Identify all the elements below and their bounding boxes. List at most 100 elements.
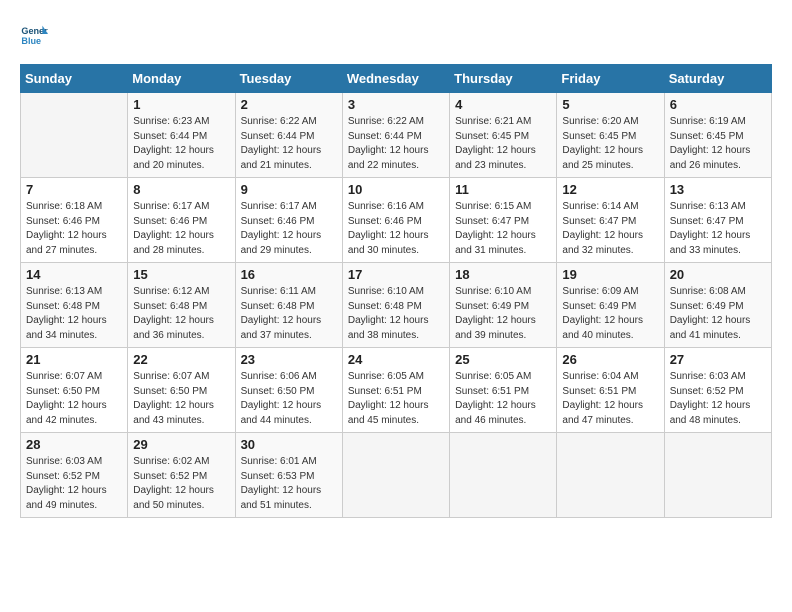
day-info: Sunrise: 6:22 AMSunset: 6:44 PMDaylight:… (348, 115, 444, 173)
day-number: 22 (133, 352, 229, 367)
day-number: 14 (26, 267, 122, 282)
day-info: Sunrise: 6:04 AMSunset: 6:51 PMDaylight:… (562, 370, 658, 428)
calendar-header: SundayMondayTuesdayWednesdayThursdayFrid… (21, 65, 772, 93)
day-number: 8 (133, 182, 229, 197)
calendar-cell: 2 Sunrise: 6:22 AMSunset: 6:44 PMDaylight… (235, 93, 342, 178)
day-info: Sunrise: 6:08 AMSunset: 6:49 PMDaylight:… (670, 285, 766, 343)
page-header: General Blue (20, 20, 772, 48)
day-info: Sunrise: 6:12 AMSunset: 6:48 PMDaylight:… (133, 285, 229, 343)
calendar-cell: 7 Sunrise: 6:18 AMSunset: 6:46 PMDaylight… (21, 178, 128, 263)
day-info: Sunrise: 6:17 AMSunset: 6:46 PMDaylight:… (133, 200, 229, 258)
day-number: 23 (241, 352, 337, 367)
calendar-cell: 11 Sunrise: 6:15 AMSunset: 6:47 PMDayligh… (450, 178, 557, 263)
calendar-cell: 9 Sunrise: 6:17 AMSunset: 6:46 PMDaylight… (235, 178, 342, 263)
day-info: Sunrise: 6:06 AMSunset: 6:50 PMDaylight:… (241, 370, 337, 428)
day-info: Sunrise: 6:13 AMSunset: 6:47 PMDaylight:… (670, 200, 766, 258)
day-info: Sunrise: 6:05 AMSunset: 6:51 PMDaylight:… (455, 370, 551, 428)
weekday-header-tuesday: Tuesday (235, 65, 342, 93)
weekday-header-thursday: Thursday (450, 65, 557, 93)
day-info: Sunrise: 6:21 AMSunset: 6:45 PMDaylight:… (455, 115, 551, 173)
calendar-table: SundayMondayTuesdayWednesdayThursdayFrid… (20, 64, 772, 518)
calendar-cell: 29 Sunrise: 6:02 AMSunset: 6:52 PMDayligh… (128, 433, 235, 518)
day-info: Sunrise: 6:16 AMSunset: 6:46 PMDaylight:… (348, 200, 444, 258)
calendar-cell: 16 Sunrise: 6:11 AMSunset: 6:48 PMDayligh… (235, 263, 342, 348)
calendar-cell: 25 Sunrise: 6:05 AMSunset: 6:51 PMDayligh… (450, 348, 557, 433)
calendar-cell: 23 Sunrise: 6:06 AMSunset: 6:50 PMDayligh… (235, 348, 342, 433)
day-info: Sunrise: 6:07 AMSunset: 6:50 PMDaylight:… (133, 370, 229, 428)
calendar-cell: 18 Sunrise: 6:10 AMSunset: 6:49 PMDayligh… (450, 263, 557, 348)
day-number: 6 (670, 97, 766, 112)
day-number: 9 (241, 182, 337, 197)
day-number: 28 (26, 437, 122, 452)
calendar-cell: 28Sunrise: 6:03 AMSunset: 6:52 PMDayligh… (21, 433, 128, 518)
calendar-cell: 14 Sunrise: 6:13 AMSunset: 6:48 PMDayligh… (21, 263, 128, 348)
calendar-cell: 19Sunrise: 6:09 AMSunset: 6:49 PMDayligh… (557, 263, 664, 348)
day-number: 30 (241, 437, 337, 452)
weekday-header-friday: Friday (557, 65, 664, 93)
calendar-cell: 27 Sunrise: 6:03 AMSunset: 6:52 PMDayligh… (664, 348, 771, 433)
calendar-cell: 10 Sunrise: 6:16 AMSunset: 6:46 PMDayligh… (342, 178, 449, 263)
calendar-week-row: 1 Sunrise: 6:23 AMSunset: 6:44 PMDaylight… (21, 93, 772, 178)
day-info: Sunrise: 6:18 AMSunset: 6:46 PMDaylight:… (26, 200, 122, 258)
day-number: 2 (241, 97, 337, 112)
day-number: 15 (133, 267, 229, 282)
day-info: Sunrise: 6:10 AMSunset: 6:49 PMDaylight:… (455, 285, 551, 343)
calendar-cell: 22 Sunrise: 6:07 AMSunset: 6:50 PMDayligh… (128, 348, 235, 433)
calendar-cell: 26 Sunrise: 6:04 AMSunset: 6:51 PMDayligh… (557, 348, 664, 433)
day-info: Sunrise: 6:19 AMSunset: 6:45 PMDaylight:… (670, 115, 766, 173)
calendar-cell: 15 Sunrise: 6:12 AMSunset: 6:48 PMDayligh… (128, 263, 235, 348)
calendar-week-row: 28Sunrise: 6:03 AMSunset: 6:52 PMDayligh… (21, 433, 772, 518)
calendar-cell: 13 Sunrise: 6:13 AMSunset: 6:47 PMDayligh… (664, 178, 771, 263)
weekday-header-monday: Monday (128, 65, 235, 93)
calendar-cell (450, 433, 557, 518)
day-number: 11 (455, 182, 551, 197)
day-info: Sunrise: 6:17 AMSunset: 6:46 PMDaylight:… (241, 200, 337, 258)
day-number: 27 (670, 352, 766, 367)
calendar-cell (557, 433, 664, 518)
day-number: 20 (670, 267, 766, 282)
calendar-cell: 4 Sunrise: 6:21 AMSunset: 6:45 PMDaylight… (450, 93, 557, 178)
day-number: 26 (562, 352, 658, 367)
calendar-week-row: 7 Sunrise: 6:18 AMSunset: 6:46 PMDaylight… (21, 178, 772, 263)
calendar-cell: 8 Sunrise: 6:17 AMSunset: 6:46 PMDaylight… (128, 178, 235, 263)
day-info: Sunrise: 6:03 AMSunset: 6:52 PMDaylight:… (670, 370, 766, 428)
weekday-header-sunday: Sunday (21, 65, 128, 93)
calendar-cell (21, 93, 128, 178)
day-number: 24 (348, 352, 444, 367)
day-info: Sunrise: 6:13 AMSunset: 6:48 PMDaylight:… (26, 285, 122, 343)
day-number: 18 (455, 267, 551, 282)
day-number: 13 (670, 182, 766, 197)
day-number: 29 (133, 437, 229, 452)
calendar-cell (342, 433, 449, 518)
day-info: Sunrise: 6:01 AMSunset: 6:53 PMDaylight:… (241, 455, 337, 513)
calendar-cell: 6 Sunrise: 6:19 AMSunset: 6:45 PMDaylight… (664, 93, 771, 178)
calendar-cell: 24 Sunrise: 6:05 AMSunset: 6:51 PMDayligh… (342, 348, 449, 433)
day-number: 7 (26, 182, 122, 197)
day-info: Sunrise: 6:10 AMSunset: 6:48 PMDaylight:… (348, 285, 444, 343)
day-number: 21 (26, 352, 122, 367)
day-info: Sunrise: 6:05 AMSunset: 6:51 PMDaylight:… (348, 370, 444, 428)
day-info: Sunrise: 6:02 AMSunset: 6:52 PMDaylight:… (133, 455, 229, 513)
day-info: Sunrise: 6:22 AMSunset: 6:44 PMDaylight:… (241, 115, 337, 173)
calendar-cell: 5Sunrise: 6:20 AMSunset: 6:45 PMDaylight… (557, 93, 664, 178)
day-info: Sunrise: 6:23 AMSunset: 6:44 PMDaylight:… (133, 115, 229, 173)
day-number: 4 (455, 97, 551, 112)
day-number: 16 (241, 267, 337, 282)
day-number: 17 (348, 267, 444, 282)
svg-text:Blue: Blue (21, 36, 41, 46)
day-number: 1 (133, 97, 229, 112)
calendar-week-row: 14 Sunrise: 6:13 AMSunset: 6:48 PMDayligh… (21, 263, 772, 348)
calendar-cell: 1 Sunrise: 6:23 AMSunset: 6:44 PMDaylight… (128, 93, 235, 178)
calendar-cell: 30 Sunrise: 6:01 AMSunset: 6:53 PMDayligh… (235, 433, 342, 518)
calendar-cell: 17 Sunrise: 6:10 AMSunset: 6:48 PMDayligh… (342, 263, 449, 348)
day-info: Sunrise: 6:11 AMSunset: 6:48 PMDaylight:… (241, 285, 337, 343)
weekday-header-wednesday: Wednesday (342, 65, 449, 93)
logo: General Blue (20, 20, 48, 48)
day-info: Sunrise: 6:14 AMSunset: 6:47 PMDaylight:… (562, 200, 658, 258)
day-info: Sunrise: 6:15 AMSunset: 6:47 PMDaylight:… (455, 200, 551, 258)
day-number: 25 (455, 352, 551, 367)
day-number: 10 (348, 182, 444, 197)
calendar-cell: 20 Sunrise: 6:08 AMSunset: 6:49 PMDayligh… (664, 263, 771, 348)
logo-icon: General Blue (20, 20, 48, 48)
calendar-cell: 12Sunrise: 6:14 AMSunset: 6:47 PMDayligh… (557, 178, 664, 263)
